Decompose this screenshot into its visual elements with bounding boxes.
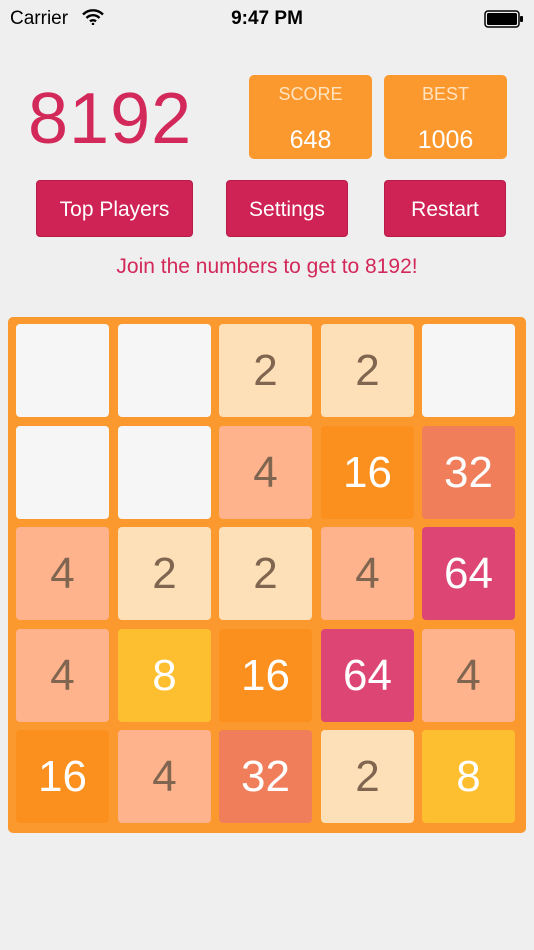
tile: 2	[321, 324, 414, 417]
score-value: 648	[289, 126, 332, 154]
best-label: BEST	[421, 84, 469, 104]
battery-icon	[484, 10, 524, 28]
game-hint: Join the numbers to get to 8192!	[116, 255, 418, 278]
restart-button[interactable]: Restart	[384, 180, 506, 237]
tile: 2	[219, 527, 312, 620]
status-time: 9:47 PM	[231, 8, 303, 29]
tile: 32	[422, 426, 515, 519]
tile: 4	[422, 629, 515, 722]
tile: 16	[16, 730, 109, 823]
tile: 2	[118, 527, 211, 620]
tile: 2	[321, 730, 414, 823]
tile: 64	[321, 629, 414, 722]
empty-cell	[422, 324, 515, 417]
tile: 4	[16, 527, 109, 620]
tile: 8	[118, 629, 211, 722]
tile: 16	[321, 426, 414, 519]
tile: 16	[219, 629, 312, 722]
score-box: SCORE 648	[249, 75, 372, 159]
tile: 8	[422, 730, 515, 823]
tile: 64	[422, 527, 515, 620]
tile: 2	[219, 324, 312, 417]
tile: 32	[219, 730, 312, 823]
empty-cell	[118, 324, 211, 417]
best-value: 1006	[417, 126, 474, 154]
empty-cell	[16, 426, 109, 519]
empty-cell	[118, 426, 211, 519]
tile: 4	[321, 527, 414, 620]
best-score-box: BEST 1006	[384, 75, 507, 159]
tile: 4	[118, 730, 211, 823]
status-bar: Carrier 9:47 PM	[0, 0, 534, 38]
score-label: SCORE	[278, 84, 343, 104]
top-players-button[interactable]: Top Players	[36, 180, 193, 237]
settings-button[interactable]: Settings	[226, 180, 348, 237]
tile: 4	[219, 426, 312, 519]
tile: 4	[16, 629, 109, 722]
game-title: 8192	[28, 79, 193, 159]
empty-cell	[16, 324, 109, 417]
game-board[interactable]: 2 2 4 16 32 4 2 2 4 64 4 8 16 64 4 16 4 32 2 8	[8, 317, 526, 833]
